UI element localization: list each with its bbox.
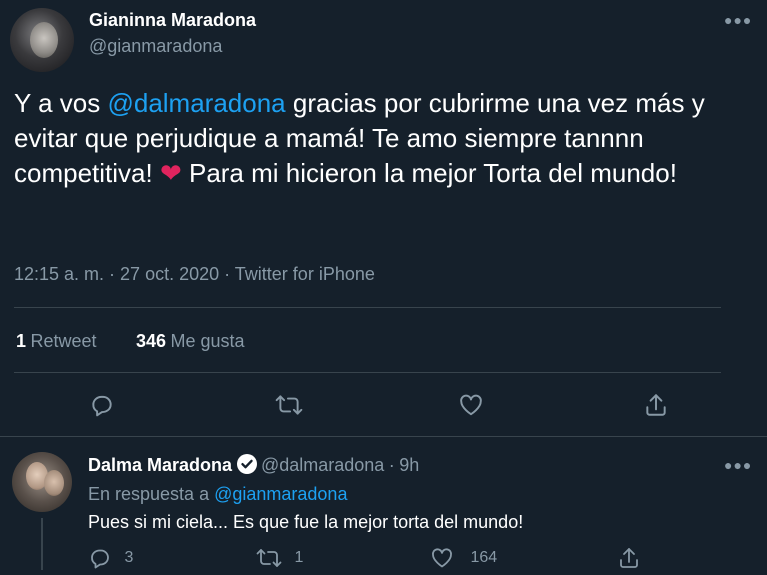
likes-count: 346 xyxy=(136,331,167,351)
reply-header: Dalma Maradona @dalmaradona · 9h xyxy=(88,454,419,476)
divider xyxy=(14,372,721,373)
reply-share-action[interactable] xyxy=(617,546,641,575)
replying-prefix: En respuesta a xyxy=(88,484,210,504)
verified-badge-icon xyxy=(236,454,257,474)
reply-author-avatar[interactable] xyxy=(12,452,72,512)
retweets-stat[interactable]: 1 Retweet xyxy=(16,331,97,352)
reply-text: Pues si mi ciela... Es que fue la mejor … xyxy=(88,512,524,532)
reply-icon xyxy=(91,549,109,569)
reply-like-action[interactable]: 164 xyxy=(430,546,497,570)
mention-link[interactable]: @dalmaradona xyxy=(107,88,285,118)
like-icon[interactable] xyxy=(458,392,484,418)
divider xyxy=(14,307,721,308)
retweets-count: 1 xyxy=(16,331,27,351)
replying-to-link[interactable]: @gianmaradona xyxy=(214,484,347,504)
retweets-label: Retweet xyxy=(30,331,97,351)
share-icon[interactable] xyxy=(643,392,669,418)
more-options-icon[interactable]: ●●● xyxy=(724,13,752,27)
reply-icon[interactable] xyxy=(89,392,115,418)
reply-reply-action[interactable]: 3 xyxy=(88,546,133,570)
reply-author-handle[interactable]: @dalmaradona xyxy=(261,455,384,475)
thread-line xyxy=(41,518,43,570)
like-count: 164 xyxy=(470,549,498,567)
likes-label: Me gusta xyxy=(170,331,245,351)
retweet-count: 1 xyxy=(294,549,304,567)
tweet-text: Y a vos @dalmaradona gracias por cubrirm… xyxy=(14,86,754,191)
tweet-text-part: Y a vos xyxy=(14,88,108,118)
replying-to-line: En respuesta a @gianmaradona xyxy=(88,484,347,505)
avatar-face xyxy=(44,470,64,496)
retweet-icon xyxy=(256,549,282,567)
author-name[interactable]: Gianinna Maradona xyxy=(89,10,256,31)
like-icon xyxy=(432,548,452,568)
reply-author-name[interactable]: Dalma Maradona xyxy=(88,455,232,475)
likes-stat[interactable]: 346 Me gusta xyxy=(136,331,245,352)
author-handle[interactable]: @gianmaradona xyxy=(89,36,222,57)
author-avatar[interactable] xyxy=(10,8,74,72)
separator-dot: · xyxy=(388,455,395,475)
retweet-icon[interactable] xyxy=(275,392,303,418)
reply-retweet-action[interactable]: 1 xyxy=(256,546,303,570)
tweet-text-part: Para mi hicieron la mejor Torta del mund… xyxy=(181,158,677,188)
heart-emoji-icon: ❤ xyxy=(159,158,182,188)
divider xyxy=(0,436,767,437)
avatar-face xyxy=(30,22,58,58)
reply-more-options-icon[interactable]: ●●● xyxy=(724,458,752,472)
share-icon xyxy=(620,548,638,568)
reply-count: 3 xyxy=(124,549,134,567)
reply-time[interactable]: 9h xyxy=(399,455,419,475)
tweet-timestamp[interactable]: 12:15 a. m. · 27 oct. 2020 · Twitter for… xyxy=(14,264,375,285)
